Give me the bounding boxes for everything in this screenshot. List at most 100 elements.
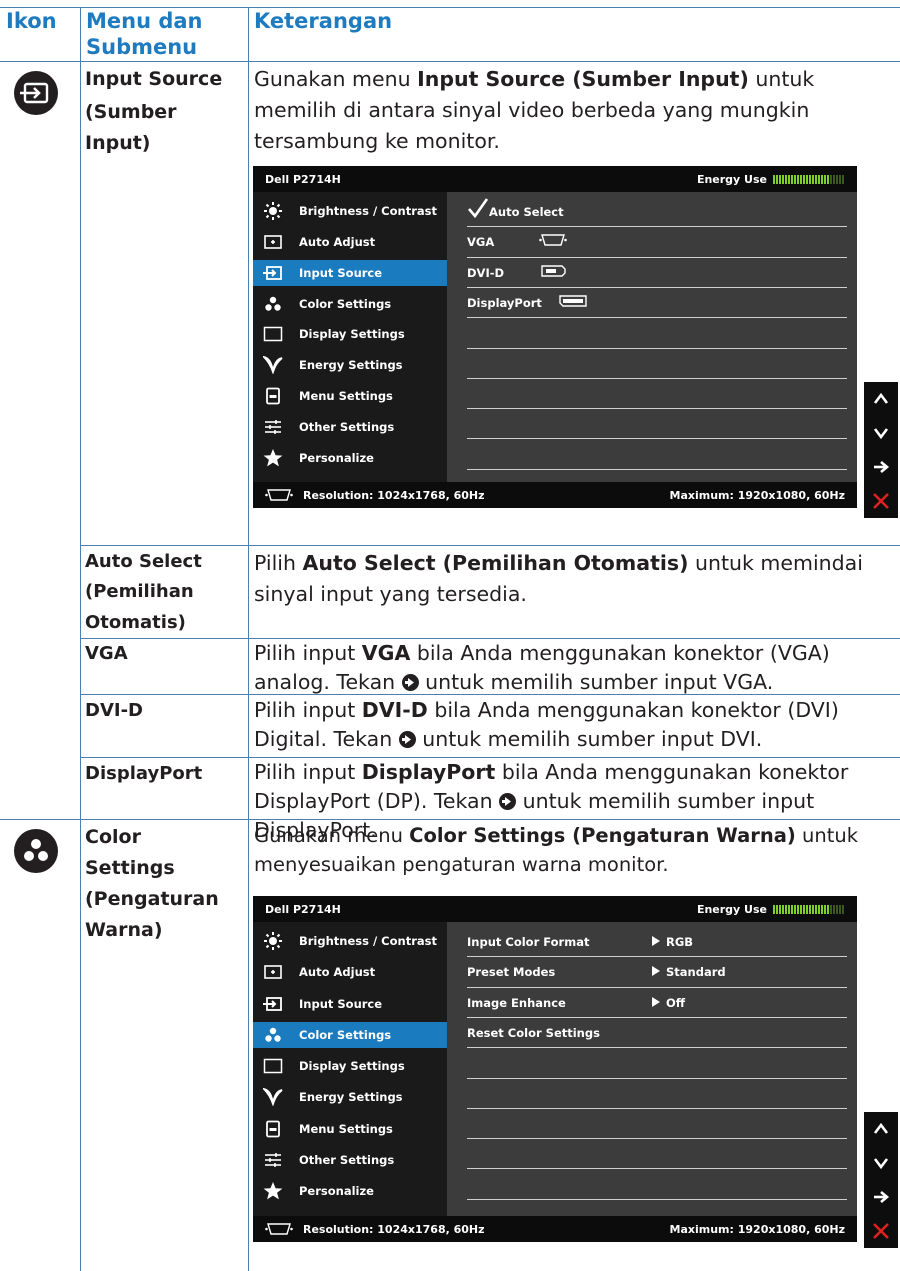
input-source-icon [14, 71, 58, 115]
osd-menu-item-brightness-contrast[interactable]: Brightness / Contrast [253, 928, 447, 954]
description-input-source: Gunakan menu Input Source (Sumber Input)… [254, 67, 815, 153]
osd-menu-item-auto-adjust[interactable]: Auto Adjust [253, 229, 447, 255]
submenu-color-line3: (Pengaturan [85, 888, 219, 910]
submenu-displayport: DisplayPort [85, 763, 203, 784]
submenu-dvi-d: DVI-D [85, 700, 143, 721]
energy-meter-segment [806, 905, 808, 914]
osd-color-option-image-enhance[interactable]: Image Enhance Off [467, 987, 847, 1017]
osd-row-separator [467, 438, 847, 440]
close-button[interactable] [864, 484, 898, 518]
energy-meter-segment [785, 175, 787, 184]
value-arrow-icon [652, 935, 660, 949]
energy-meter-segment [818, 175, 820, 184]
osd-option-label: DVI-D [467, 265, 505, 280]
energy-meter-segment [821, 905, 823, 914]
column-divider [248, 7, 249, 1271]
osd-menu-item-energy-settings[interactable]: Energy Settings [253, 352, 447, 378]
osd-input-option-dvi-d[interactable]: DVI-D [467, 257, 847, 287]
osd-input-option-displayport[interactable]: DisplayPort [467, 287, 847, 317]
energy-meter-segment [797, 175, 799, 184]
osd-menu-item-personalize[interactable]: Personalize [253, 1178, 447, 1204]
osd-menu-item-auto-adjust[interactable]: Auto Adjust [253, 959, 447, 985]
submenu-input-source-line1: Input Source [85, 68, 223, 90]
osd-menu-item-menu-settings[interactable]: Menu Settings [253, 383, 447, 409]
submenu-color-line1: Color [85, 826, 141, 848]
osd-menu-item-brightness-contrast[interactable]: Brightness / Contrast [253, 198, 447, 224]
osd-menu-item-other-settings[interactable]: Other Settings [253, 414, 447, 440]
osd-menu-item-input-source[interactable]: Input Source [253, 259, 447, 286]
osd-menu-list: Brightness / Contrast Auto Adjust Input So… [253, 922, 447, 1216]
energy-meter [773, 904, 845, 917]
auto-adjust-icon [263, 963, 283, 981]
energy-meter-segment [839, 175, 841, 184]
osd-menu-list: Brightness / Contrast Auto Adjust Input So… [253, 192, 447, 482]
submenu-color-line4: Warna) [85, 919, 163, 941]
osd-menu-item-color-settings[interactable]: Color Settings [253, 1021, 447, 1048]
energy-meter-segment [812, 905, 814, 914]
energy-meter-segment [788, 175, 790, 184]
osd-color-option-reset-color-settings[interactable]: Reset Color Settings [467, 1017, 847, 1047]
osd-menu-item-energy-settings[interactable]: Energy Settings [253, 1084, 447, 1110]
star-icon [263, 1182, 283, 1200]
osd-menu-item-label: Other Settings [299, 419, 395, 434]
energy-meter-segment [842, 905, 844, 914]
osd-resolution: Resolution: 1024x1768, 60Hz [265, 1223, 485, 1238]
energy-meter-segment [815, 905, 817, 914]
column-header-menu-line1: Menu dan [86, 9, 203, 33]
energy-meter-segment [797, 905, 799, 914]
osd-input-option-auto-select[interactable]: Auto Select [467, 196, 847, 226]
energy-meter-segment [794, 175, 796, 184]
osd-option-label: DisplayPort [467, 295, 542, 310]
energy-meter-segment [773, 905, 775, 914]
close-button[interactable] [864, 1214, 898, 1248]
up-arrow-button[interactable] [864, 382, 898, 416]
submenu-color-line2: Settings [85, 857, 175, 879]
osd-status-bar: Resolution: 1024x1768, 60Hz Maximum: 1920… [253, 482, 857, 508]
energy-meter-segment [791, 175, 793, 184]
right-arrow-button[interactable] [864, 1180, 898, 1214]
osd-row-separator [467, 1138, 847, 1140]
osd-option-label: Input Color Format [467, 935, 590, 949]
down-arrow-button[interactable] [864, 416, 898, 450]
vga-connector-icon [265, 489, 293, 504]
osd-row-separator [467, 256, 847, 258]
energy-meter-segment [788, 905, 790, 914]
osd-menu-item-label: Energy Settings [299, 358, 403, 373]
osd-title-bar: Dell P2714H Energy Use [253, 896, 857, 922]
input-source-icon [263, 264, 283, 282]
osd-menu-item-personalize[interactable]: Personalize [253, 445, 447, 471]
down-arrow-button[interactable] [864, 1146, 898, 1180]
osd-menu-item-other-settings[interactable]: Other Settings [253, 1147, 447, 1173]
osd-color-option-preset-modes[interactable]: Preset Modes Standard [467, 956, 847, 986]
osd-menu-item-label: Personalize [299, 450, 374, 465]
osd-menu-item-display-settings[interactable]: Display Settings [253, 321, 447, 347]
osd-menu-item-label: Menu Settings [299, 389, 393, 404]
osd-menu-item-label: Input Source [299, 265, 383, 280]
osd-menu-item-color-settings[interactable]: Color Settings [253, 291, 447, 317]
dvi-connector-icon [539, 264, 567, 280]
up-arrow-button[interactable] [864, 1112, 898, 1146]
osd-color-option-input-color-format[interactable]: Input Color Format RGB [467, 926, 847, 956]
osd-row-separator [467, 956, 847, 958]
header-bottom-border [0, 61, 900, 62]
osd-menu-item-label: Personalize [299, 1184, 374, 1199]
osd-title-bar: Dell P2714H Energy Use [253, 166, 857, 192]
osd-menu-item-display-settings[interactable]: Display Settings [253, 1053, 447, 1079]
column-header-description: Keterangan [254, 9, 393, 33]
vga-connector-icon [265, 1223, 293, 1238]
right-arrow-button[interactable] [864, 450, 898, 484]
osd-menu-item-input-source[interactable]: Input Source [253, 991, 447, 1017]
other-settings-icon [263, 1151, 283, 1169]
energy-meter-segment [785, 905, 787, 914]
osd-row-separator [467, 1016, 847, 1018]
energy-meter-segment [791, 905, 793, 914]
energy-meter-segment [800, 905, 802, 914]
osd-option-value: Off [652, 996, 685, 1010]
brightness-icon [263, 202, 283, 220]
energy-meter-segment [782, 905, 784, 914]
osd-menu-item-menu-settings[interactable]: Menu Settings [253, 1116, 447, 1142]
osd-resolution-text: Resolution: 1024x1768, 60Hz [303, 1223, 485, 1236]
osd-row-separator [467, 468, 847, 470]
osd-input-option-vga[interactable]: VGA [467, 226, 847, 256]
osd-row-separator [467, 347, 847, 349]
